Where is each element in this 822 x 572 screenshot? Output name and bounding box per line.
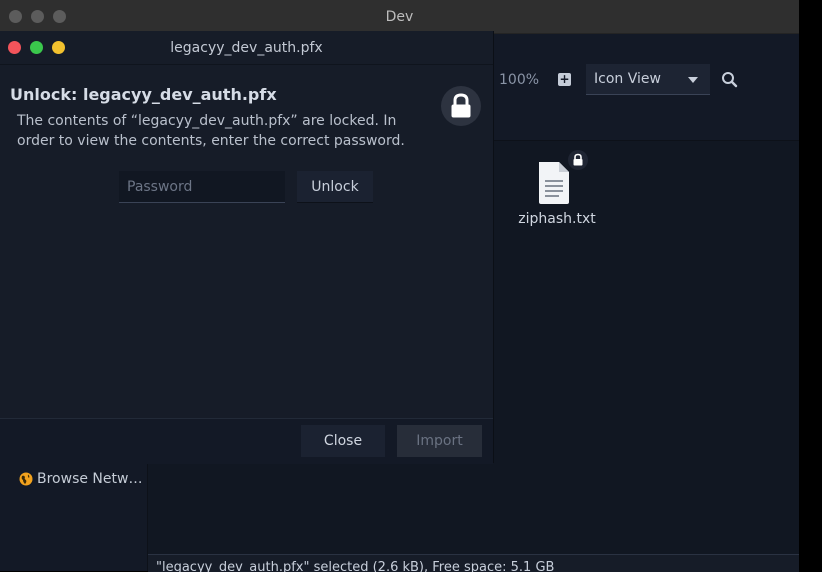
lock-icon [441,86,481,126]
file-name: ziphash.txt [518,211,596,227]
lock-badge-icon [568,150,588,170]
search-icon [722,72,738,88]
unlock-button[interactable]: Unlock [297,171,373,203]
password-input[interactable] [119,171,285,203]
window-title: Dev [385,9,414,25]
sidebar-item-browse-network[interactable]: Browse Netw… [19,469,142,489]
text-file-icon [539,162,569,204]
dialog-titlebar[interactable]: legacyy_dev_auth.pfx [0,31,493,65]
zoom-level: 100% [499,72,540,88]
chevron-down-icon [688,77,698,83]
globe-icon [19,472,33,486]
dialog-heading: Unlock: legacyy_dev_auth.pfx [10,85,277,104]
desktop-background [799,0,822,571]
dialog-message: The contents of “legacyy_dev_auth.pfx” a… [17,113,405,149]
sidebar-item-label: Browse Netw… [37,471,143,487]
zoom-in-button[interactable]: + [558,73,571,86]
unlock-dialog: legacyy_dev_auth.pfx Unlock: legacyy_dev… [0,31,494,464]
view-mode-label: Icon View [594,71,661,87]
status-text: "legacyy_dev_auth.pfx" selected (2.6 kB)… [156,560,555,572]
import-button[interactable]: Import [397,425,482,457]
close-button[interactable]: Close [301,425,385,457]
status-bar: "legacyy_dev_auth.pfx" selected (2.6 kB)… [148,554,799,572]
dialog-title: legacyy_dev_auth.pfx [170,40,323,56]
file-manager-titlebar[interactable]: Dev [0,0,799,34]
file-item[interactable]: ziphash.txt [514,150,600,232]
view-mode-select[interactable]: Icon View [586,64,710,95]
search-button[interactable] [718,68,742,92]
